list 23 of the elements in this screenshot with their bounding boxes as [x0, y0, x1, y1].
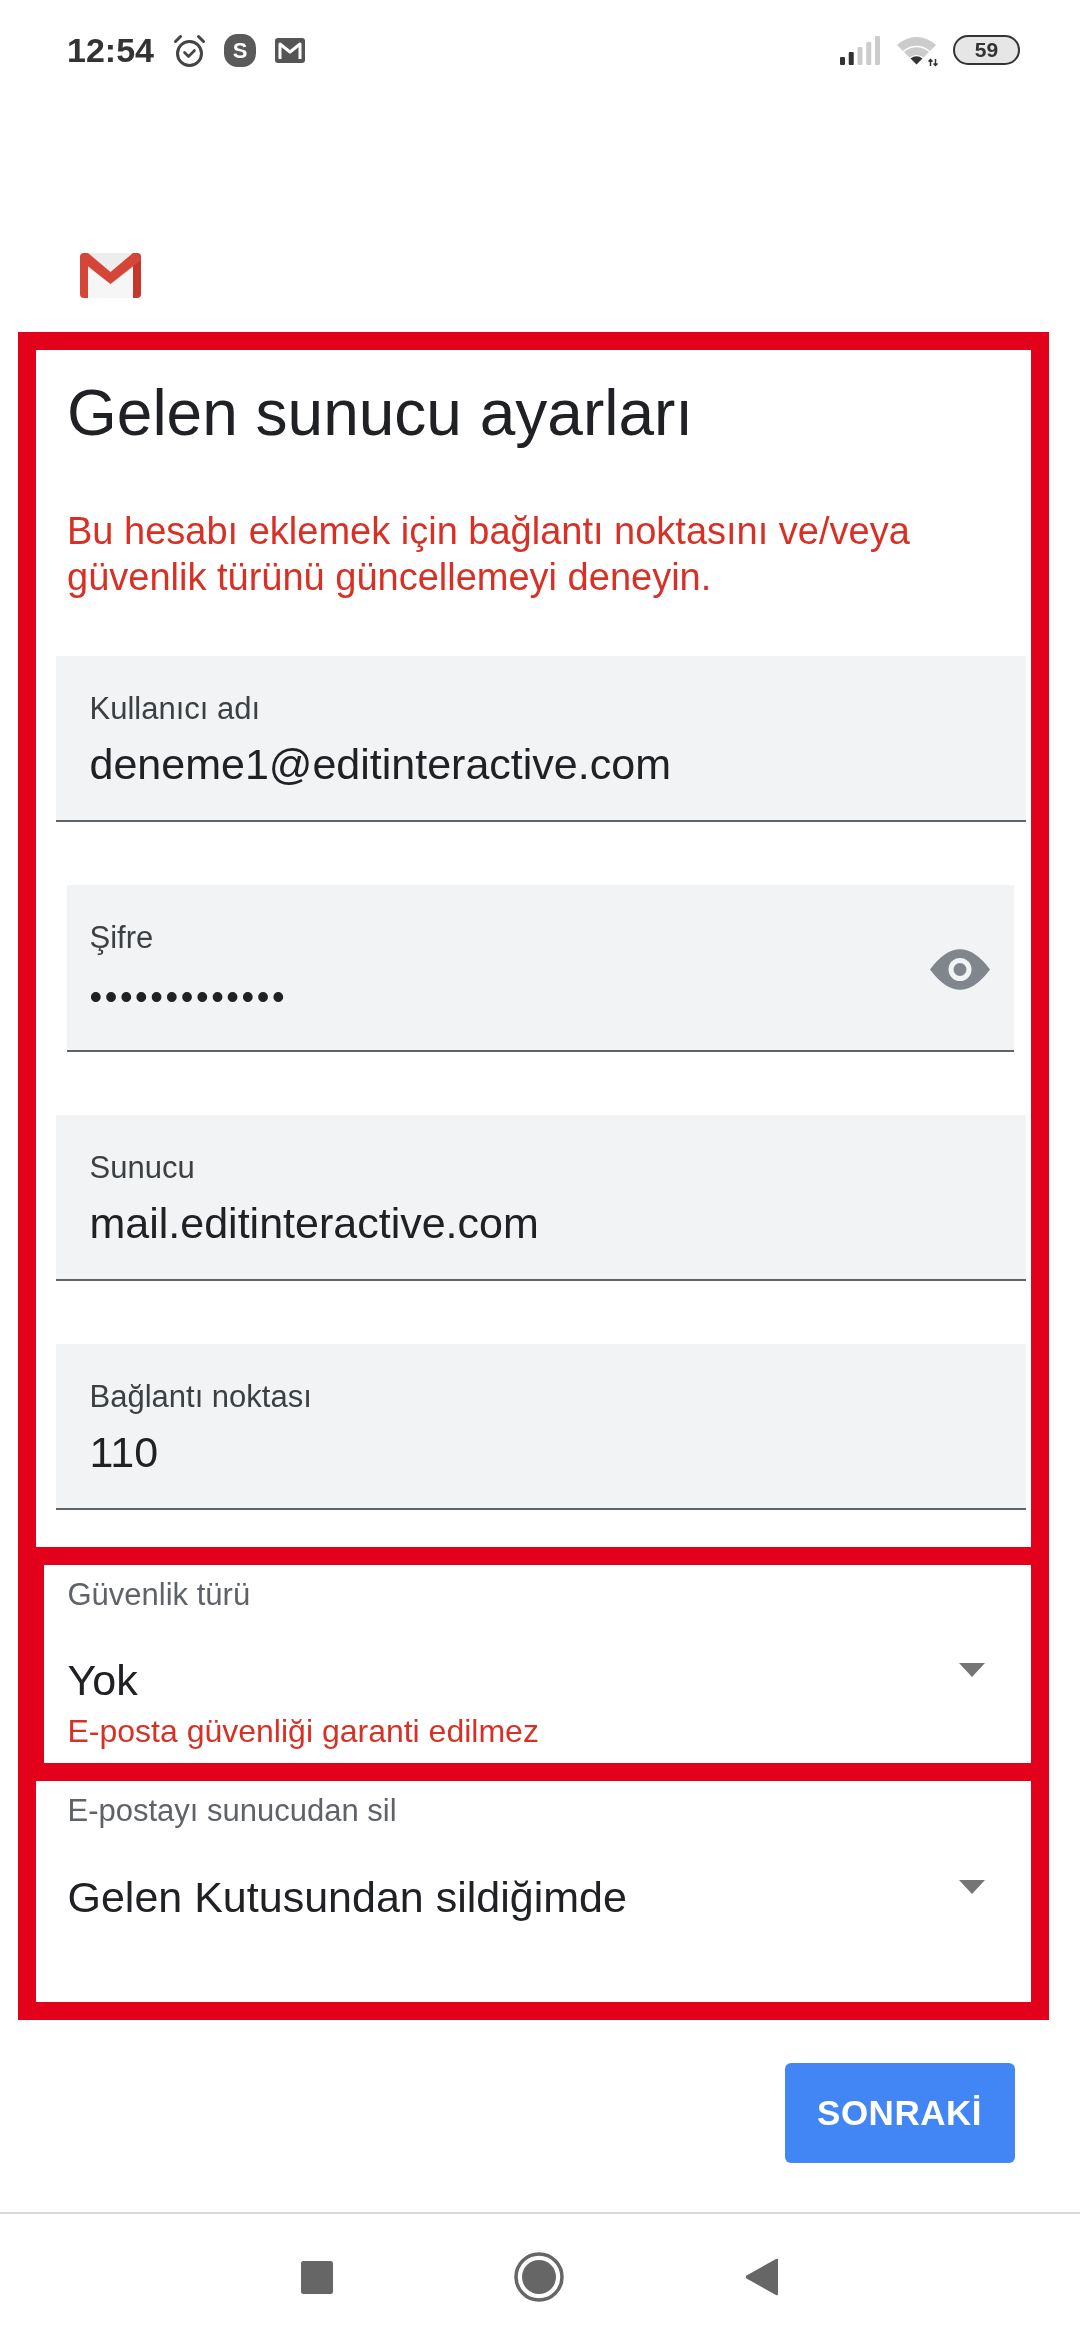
error-message: Bu hesabı eklemek için bağlantı noktasını ve/veya güvenlik türünü güncellemeyi deneyin. — [67, 508, 911, 600]
battery-indicator: 59 — [953, 35, 1020, 65]
password-field[interactable]: Şifre ••••••••••••• — [67, 884, 1014, 1052]
signal-icon — [840, 35, 880, 65]
text-field[interactable]: Sunucu mail.editinteractive.com — [56, 1114, 1026, 1281]
eye-icon[interactable] — [930, 948, 990, 990]
dropdown-caret-icon — [959, 1663, 985, 1678]
recents-icon[interactable] — [301, 2260, 333, 2294]
page-title: Gelen sunucu ayarları — [67, 376, 695, 451]
dropdown-caret-icon — [959, 1879, 985, 1894]
mail-logo-icon — [80, 253, 141, 298]
back-icon[interactable] — [745, 2258, 778, 2296]
text-field[interactable]: Kullanıcı adı deneme1@editinteractive.com — [56, 655, 1026, 822]
alarm-icon — [171, 32, 207, 68]
app-notification-icon: S — [223, 33, 256, 67]
status-time: 12:54 — [67, 30, 154, 70]
text-field[interactable]: Bağlantı noktası 110 — [56, 1343, 1026, 1510]
home-icon[interactable] — [514, 2252, 564, 2302]
error-text: E-posta güvenliği garanti edilmez — [67, 1712, 540, 1751]
dropdown[interactable]: Güvenlik türü Yok — [67, 1576, 985, 1705]
mail-icon — [274, 37, 305, 63]
next-button[interactable]: SONRAKİ — [784, 2062, 1015, 2163]
dropdown[interactable]: E-postayı sunucudan sil Gelen Kutusundan sildiğimde — [67, 1793, 985, 1921]
